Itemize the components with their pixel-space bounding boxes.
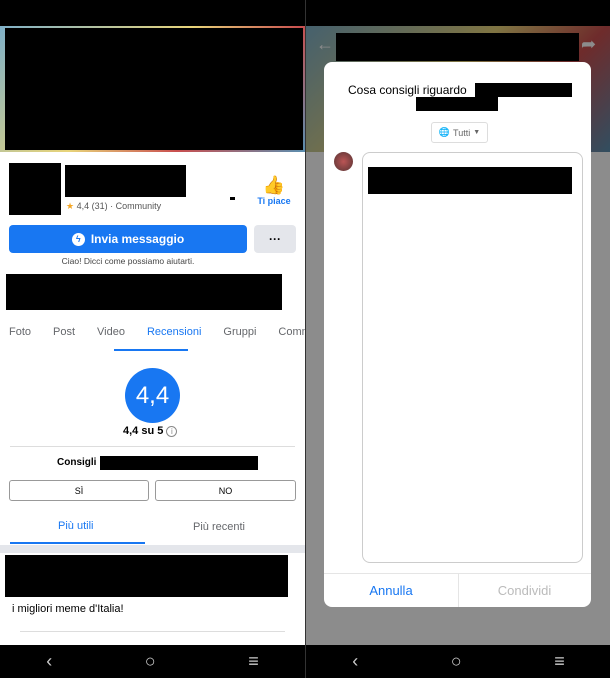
rating-text: 4,4 (31) · Community (76, 201, 162, 211)
cancel-button[interactable]: Annulla (324, 583, 458, 598)
status-bar (0, 0, 305, 26)
no-button[interactable]: NO (155, 480, 296, 501)
dialog-title: Cosa consigli riguardo (348, 83, 467, 97)
home-icon[interactable]: ○ (451, 651, 462, 672)
yes-button[interactable]: SÌ (9, 480, 149, 501)
more-button[interactable]: ··· (254, 225, 296, 253)
like-label: Ti piace (257, 196, 291, 206)
redacted-page-name (100, 456, 258, 470)
separator (0, 545, 305, 553)
review-textarea[interactable] (362, 152, 583, 563)
recommend-dialog: Cosa consigli riguardo 🌐 Tutti ▼ Annulla C… (324, 62, 591, 607)
tab-gruppi[interactable]: Gruppi (212, 326, 267, 338)
messenger-icon: ϟ (71, 232, 85, 246)
rating-out-of: 4,4 su 5 i (123, 425, 178, 437)
sort-tab-indicator (10, 542, 145, 544)
redacted-page-name (416, 97, 498, 111)
back-icon[interactable]: ‹ (352, 651, 358, 672)
send-message-label: Invia messaggio (90, 232, 185, 246)
redacted-mark (230, 197, 235, 200)
divider (10, 446, 295, 447)
tab-most-useful[interactable]: Più utili (58, 520, 93, 532)
send-message-button[interactable]: ϟ Invia messaggio (9, 225, 247, 253)
review-text: i migliori meme d'Italia! (12, 603, 124, 615)
audience-label: Tutti (453, 127, 471, 138)
tab-community[interactable]: Community (267, 326, 305, 338)
avatar (334, 152, 353, 171)
tab-recensioni[interactable]: Recensioni (136, 326, 212, 338)
page-tabs: Foto Post Video Recensioni Gruppi Commun… (0, 326, 305, 338)
menu-icon[interactable]: ≡ (248, 651, 259, 672)
tab-post[interactable]: Post (42, 326, 86, 338)
greeting-text: Ciao! Dicci come possiamo aiutarti. (61, 256, 195, 266)
tab-foto[interactable]: Foto (0, 326, 42, 338)
redacted-review (368, 167, 572, 194)
rating-out-of-text: 4,4 su 5 (123, 425, 164, 437)
info-icon[interactable]: i (166, 426, 178, 437)
page-panel: ★ 4,4 (31) · Community 👍 Ti piace ϟ Invia… (0, 0, 305, 678)
globe-icon: 🌐 (438, 127, 451, 137)
dialog-panel: ← ➦ Cosa consigli riguardo 🌐 Tutti ▼ Annul… (305, 0, 610, 678)
android-nav-bar: ‹ ○ ≡ (306, 645, 610, 678)
redacted-reviewer (5, 555, 288, 597)
rating-badge: 4,4 (125, 368, 180, 423)
menu-icon[interactable]: ≡ (554, 651, 565, 672)
android-nav-bar: ‹ ○ ≡ (0, 645, 305, 678)
redacted-page-name (475, 83, 572, 97)
home-icon[interactable]: ○ (145, 651, 156, 672)
star-icon: ★ (66, 201, 75, 211)
caret-down-icon: ▼ (473, 129, 481, 136)
like-button[interactable]: 👍 Ti piace (256, 175, 292, 206)
share-button[interactable]: Condividi (458, 583, 591, 598)
rating-line: ★ 4,4 (31) · Community (66, 201, 161, 212)
tab-most-recent[interactable]: Più recenti (193, 521, 245, 533)
active-tab-indicator (114, 349, 188, 351)
redacted-page-name (65, 165, 186, 197)
recommend-label: Consigli (57, 457, 97, 468)
tab-video[interactable]: Video (86, 326, 136, 338)
back-icon[interactable]: ‹ (46, 651, 52, 672)
audience-selector[interactable]: 🌐 Tutti ▼ (431, 122, 488, 143)
profile-picture (9, 163, 61, 215)
redacted-info (6, 274, 282, 310)
redacted-cover (5, 28, 303, 150)
thumbs-up-icon: 👍 (262, 175, 286, 195)
divider (20, 631, 285, 632)
